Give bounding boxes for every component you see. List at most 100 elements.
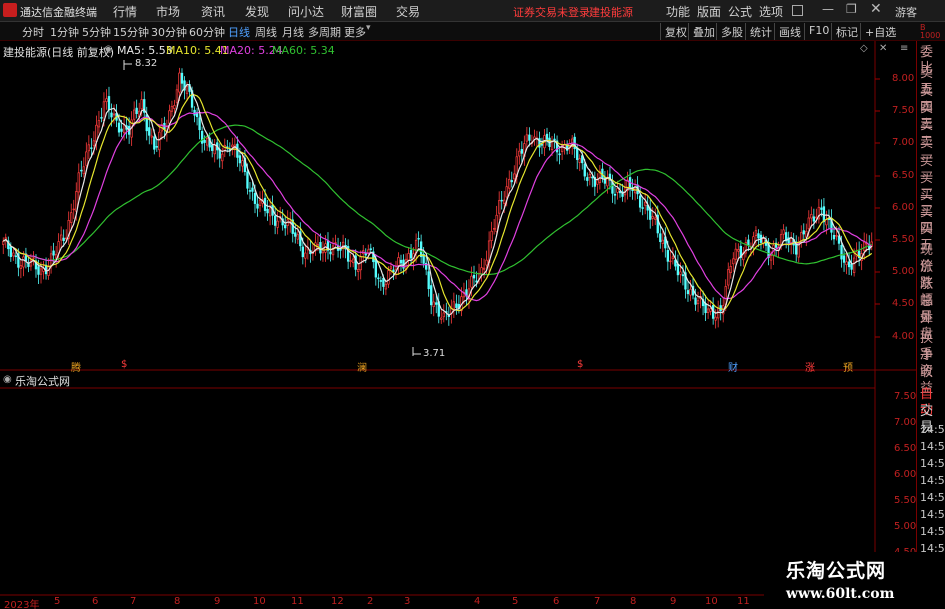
candle-body: [845, 261, 848, 266]
period-tab-intraday[interactable]: 分时: [22, 24, 44, 40]
ma10-line: [2, 93, 873, 312]
menu-item-function[interactable]: 功能: [666, 3, 690, 20]
tick-time: 14:56: [920, 525, 945, 538]
period-tab-15min[interactable]: 15分钟: [113, 24, 149, 40]
candle-body: [178, 72, 181, 93]
ma60-label: MA60: 5.34: [272, 44, 335, 57]
menu-item-options[interactable]: 选项: [759, 3, 783, 20]
period-tab-daily[interactable]: 日线: [228, 24, 250, 40]
candle-body: [545, 133, 549, 140]
overlay-button[interactable]: 叠加: [688, 23, 719, 40]
period-tab-5min[interactable]: 5分钟: [82, 24, 111, 40]
period-tab-weekly[interactable]: 周线: [255, 24, 277, 40]
candle-body: [112, 113, 116, 116]
menu-item-wealth[interactable]: 财富圈: [341, 3, 377, 20]
candle-body: [850, 263, 853, 270]
candle-body: [175, 89, 179, 103]
period-tab-60min[interactable]: 60分钟: [189, 24, 225, 40]
chart-settings-icon[interactable]: ◉: [104, 44, 113, 55]
event-marker[interactable]: $: [577, 359, 583, 370]
candle-body: [495, 214, 498, 232]
price-tick-label: 7.50: [892, 105, 915, 116]
x-tick-label: 10: [705, 596, 718, 607]
candle-body: [578, 158, 581, 163]
candle-body: [644, 201, 647, 206]
price-tick-label: 8.00: [892, 73, 915, 84]
candle-body: [586, 177, 589, 181]
menu-item-trade[interactable]: 交易: [396, 3, 420, 20]
candle-body: [180, 72, 184, 84]
event-marker[interactable]: 财: [728, 359, 738, 374]
collapse-icon[interactable]: ◇: [860, 43, 868, 54]
menu-item-layout[interactable]: 版面: [697, 3, 721, 20]
close-icon[interactable]: ✕: [870, 1, 882, 17]
sub-chart-settings-icon[interactable]: ◉: [3, 374, 12, 385]
candle-body: [150, 135, 153, 138]
add-watchlist-button[interactable]: +自选: [860, 23, 900, 40]
f10-button[interactable]: F10: [804, 23, 833, 40]
multi-stock-button[interactable]: 多股: [716, 23, 747, 40]
candle-body: [253, 192, 257, 204]
event-marker[interactable]: 腾: [71, 359, 81, 374]
mark-button[interactable]: 标记: [831, 23, 862, 40]
minimize-icon[interactable]: —: [822, 2, 834, 16]
candle-body: [198, 117, 201, 131]
period-tab-multi[interactable]: 多周期: [308, 24, 341, 40]
candle-body: [852, 257, 856, 273]
panel-close-icon[interactable]: ✕: [879, 43, 887, 54]
candle-body: [492, 228, 496, 230]
indicator-tick-label: 6.50: [894, 443, 917, 454]
candle-body: [558, 153, 561, 156]
candle-body: [669, 260, 672, 263]
candle-body: [294, 232, 297, 237]
candle-body: [528, 134, 531, 141]
stats-button[interactable]: 统计: [745, 23, 776, 40]
candle-body: [268, 207, 272, 217]
x-tick-label: 5: [512, 596, 519, 607]
panel-menu-icon[interactable]: ≡: [900, 43, 908, 54]
high-annotation: [123, 60, 132, 70]
candle-body: [520, 149, 523, 154]
kline-chart-svg[interactable]: [0, 41, 916, 609]
chevron-down-icon[interactable]: ▾: [366, 23, 371, 33]
period-tab-30min[interactable]: 30分钟: [151, 24, 187, 40]
period-tab-monthly[interactable]: 月线: [282, 24, 304, 40]
draw-line-button[interactable]: 画线: [774, 23, 805, 40]
candle-body: [72, 208, 75, 211]
menu-item-ask[interactable]: 问小达: [288, 3, 324, 20]
candle-body: [686, 290, 690, 295]
event-marker[interactable]: $: [121, 359, 127, 370]
menu-item-formula[interactable]: 公式: [728, 3, 752, 20]
restore-icon[interactable]: ❐: [846, 2, 857, 16]
candle-body: [706, 308, 710, 313]
candle-body: [132, 109, 136, 120]
candle-body: [709, 308, 712, 312]
x-tick-label: 6: [553, 596, 560, 607]
candle-body: [387, 270, 390, 285]
candle-body: [525, 134, 529, 142]
candle-body: [729, 266, 732, 274]
event-marker[interactable]: 澜: [357, 359, 367, 374]
candle-body: [417, 237, 420, 240]
menu-item-discover[interactable]: 发现: [245, 3, 269, 20]
candle-body: [241, 160, 244, 167]
menu-item-quotes[interactable]: 行情: [113, 3, 137, 20]
candle-body: [435, 302, 438, 305]
candle-body: [747, 239, 750, 246]
x-tick-label: 11: [291, 596, 304, 607]
candle-body: [377, 277, 380, 280]
candle-body: [714, 316, 717, 321]
event-marker[interactable]: 预: [843, 359, 853, 374]
menu-item-market[interactable]: 市场: [156, 3, 180, 20]
menu-item-news[interactable]: 资讯: [201, 3, 225, 20]
period-tab-1min[interactable]: 1分钟: [50, 24, 79, 40]
grid-icon[interactable]: [792, 5, 803, 16]
adjust-button[interactable]: 复权: [660, 23, 691, 40]
x-tick-label: 2: [367, 596, 374, 607]
candle-body: [331, 245, 335, 256]
guest-label[interactable]: 游客: [895, 4, 917, 20]
period-tab-more[interactable]: 更多: [344, 24, 366, 40]
candle-body: [490, 230, 493, 241]
event-marker[interactable]: 涨: [805, 359, 815, 374]
login-status[interactable]: 证券交易未登录: [513, 4, 590, 20]
